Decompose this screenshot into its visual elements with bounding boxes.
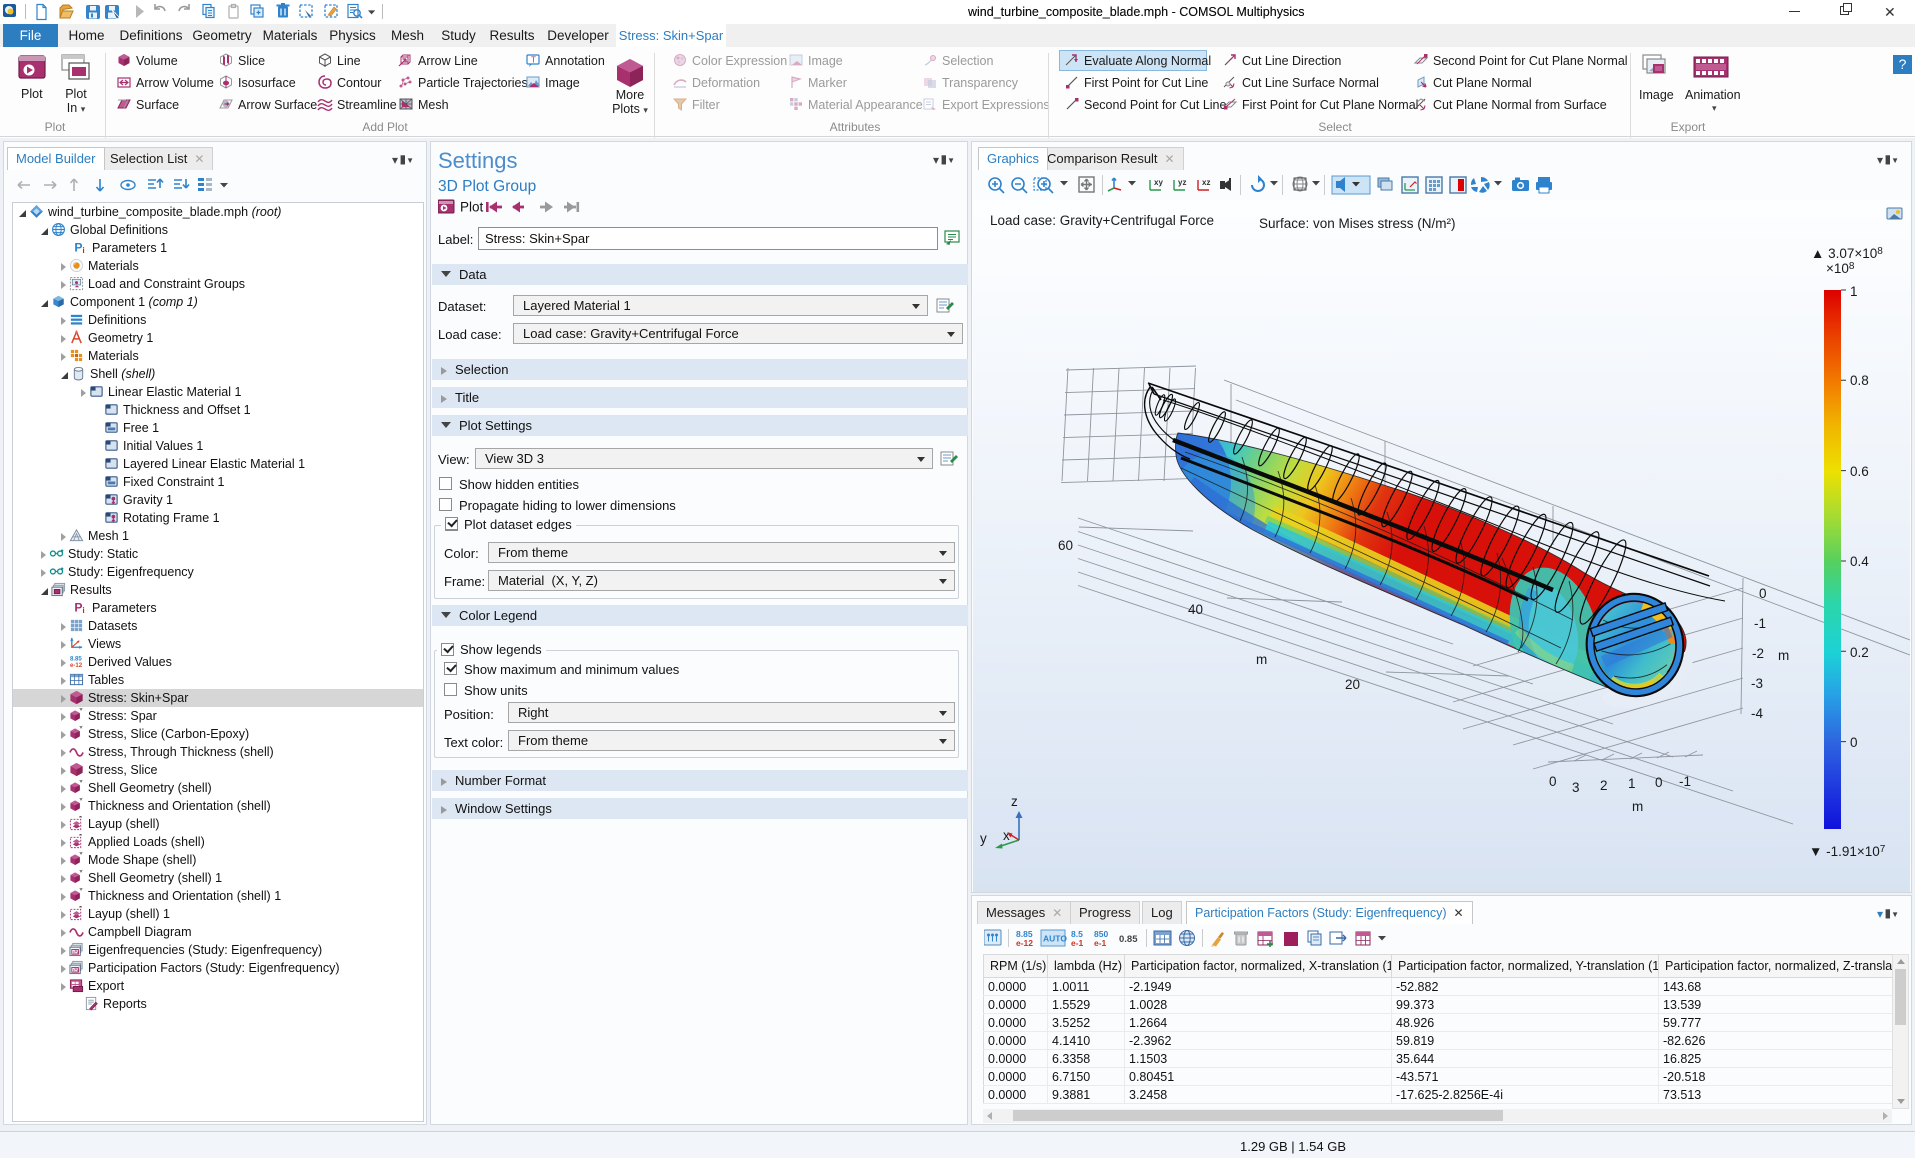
svg-text:0: 0 [1655, 775, 1663, 790]
svg-text:e-1: e-1 [1071, 938, 1084, 948]
svg-text:0.4: 0.4 [1850, 554, 1869, 569]
svg-text:0: 0 [1850, 735, 1858, 750]
svg-text:▲ 3.07×108: ▲ 3.07×108 [1811, 246, 1883, 261]
svg-text:m: m [1632, 799, 1643, 814]
svg-text:Load case: Gravity+Centrifugal: Load case: Gravity+Centrifugal Force [990, 213, 1214, 228]
svg-text:Surface: von Mises stress (N/m: Surface: von Mises stress (N/m²) [1259, 216, 1456, 231]
svg-text:m: m [1256, 652, 1267, 667]
svg-text:z: z [1011, 794, 1018, 809]
svg-text:0: 0 [1759, 586, 1767, 601]
svg-text:0.6: 0.6 [1850, 464, 1869, 479]
svg-text:40: 40 [1188, 602, 1203, 617]
svg-text:xy: xy [1154, 178, 1163, 187]
svg-text:y: y [980, 831, 987, 846]
svg-text:1: 1 [1628, 776, 1636, 791]
svg-text:xz: xz [1202, 178, 1210, 187]
svg-text:0: 0 [1549, 774, 1557, 789]
svg-text:1: 1 [1850, 284, 1858, 299]
svg-text:0.85: 0.85 [1119, 934, 1138, 945]
svg-text:-4: -4 [1751, 706, 1763, 721]
svg-text:T: T [531, 56, 536, 65]
svg-text:0.2: 0.2 [1850, 645, 1869, 660]
svg-text:20: 20 [1345, 677, 1360, 692]
svg-text:-1: -1 [1679, 774, 1691, 789]
svg-text:3: 3 [1572, 780, 1580, 795]
svg-text:-2: -2 [1752, 646, 1764, 661]
svg-text:e-12: e-12 [1016, 938, 1033, 948]
svg-text:-3: -3 [1751, 676, 1763, 691]
svg-text:2: 2 [1600, 778, 1608, 793]
svg-text:-1: -1 [1754, 616, 1766, 631]
svg-text:e-1: e-1 [1094, 938, 1107, 948]
svg-text:▼ -1.91×107: ▼ -1.91×107 [1809, 844, 1886, 859]
svg-text:0.8: 0.8 [1850, 373, 1869, 388]
svg-text:Plot: Plot [460, 200, 484, 215]
svg-text:AUTO: AUTO [1043, 934, 1067, 944]
svg-text:60: 60 [1058, 538, 1073, 553]
svg-text:yz: yz [1178, 178, 1186, 187]
svg-text:m: m [1778, 648, 1789, 663]
svg-text:x: x [1003, 828, 1010, 843]
